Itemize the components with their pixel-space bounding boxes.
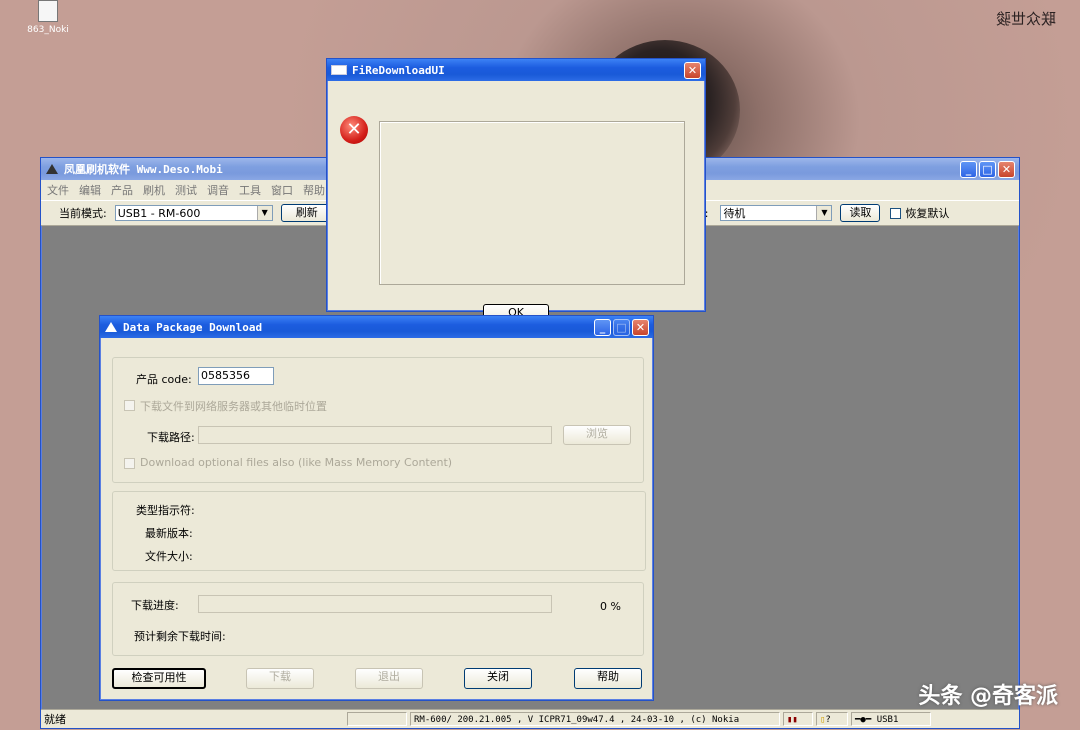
- minimize-button[interactable]: _: [960, 160, 977, 178]
- state-select[interactable]: 待机 ▼: [720, 205, 833, 221]
- phoenix-icon: [46, 164, 58, 174]
- help-button[interactable]: 帮助: [574, 668, 642, 689]
- main-title: 凤凰刷机软件 Www.Deso.Mobi: [64, 163, 223, 176]
- chevron-down-icon[interactable]: ▼: [256, 206, 272, 220]
- menu-tools[interactable]: 工具: [239, 182, 261, 200]
- remaining-time-label: 预计剩余下载时间:: [134, 630, 226, 643]
- optional-files-label: Download optional files also (like Mass …: [140, 456, 453, 469]
- net-server-checkbox: [124, 400, 135, 411]
- help-indicator: ▯?: [816, 712, 848, 726]
- download-button: 下载: [246, 668, 314, 689]
- error-titlebar[interactable]: FiReDownloadUI ✕: [327, 59, 705, 81]
- download-titlebar[interactable]: Data Package Download _ □ ✕: [100, 316, 653, 338]
- chevron-down-icon[interactable]: ▼: [816, 206, 832, 220]
- close-button[interactable]: ✕: [684, 61, 701, 79]
- minimize-button[interactable]: _: [594, 318, 611, 336]
- question-text: ?: [825, 715, 831, 725]
- mode-select-value: USB1 - RM-600: [117, 206, 201, 220]
- net-server-label: 下载文件到网络服务器或其他临时位置: [140, 400, 327, 413]
- wallpaper-text: 联众世骏: [995, 10, 1056, 28]
- error-message-box: [379, 121, 685, 285]
- refresh-button[interactable]: 刷新: [280, 204, 333, 222]
- progress-label: 下载进度:: [131, 599, 179, 612]
- desktop-icon[interactable]: 863_Noki: [18, 0, 78, 35]
- menu-window[interactable]: 窗口: [271, 182, 293, 200]
- browse-button: 浏览: [563, 425, 631, 445]
- menu-tune[interactable]: 调音: [207, 182, 229, 200]
- status-empty: [347, 712, 407, 726]
- desktop-icon-label: 863_Noki: [27, 25, 69, 35]
- status-ready: 就绪: [44, 713, 66, 726]
- path-label: 下载路径:: [147, 431, 195, 444]
- path-input: [198, 426, 552, 444]
- file-size-label: 文件大小:: [145, 550, 193, 563]
- watermark: 头条 @奇客派: [918, 684, 1058, 709]
- error-title: FiReDownloadUI: [352, 63, 445, 77]
- close-dialog-button[interactable]: 关闭: [464, 668, 532, 689]
- progress-group: [112, 582, 644, 656]
- error-icon: ✕: [340, 116, 368, 144]
- window-icon: [331, 65, 347, 75]
- error-body: ✕ OK: [327, 81, 705, 324]
- menu-test[interactable]: 测试: [175, 182, 197, 200]
- status-info: RM-600/ 200.21.005 , V ICPR71_09w47.4 , …: [410, 712, 780, 726]
- check-availability-button[interactable]: 检查可用性: [112, 668, 206, 689]
- close-button[interactable]: ✕: [632, 318, 649, 336]
- mode-label: 当前模式:: [59, 207, 107, 220]
- type-label: 类型指示符:: [136, 504, 195, 517]
- battery-icon: ▮▮: [783, 712, 813, 726]
- menu-help[interactable]: 帮助: [303, 182, 325, 200]
- state-select-value: 待机: [723, 207, 746, 220]
- progress-bar: [198, 595, 552, 613]
- optional-files-checkbox: [124, 458, 135, 469]
- cable-icon: ━●━: [855, 715, 877, 725]
- maximize-button: □: [613, 318, 630, 336]
- file-icon: [38, 0, 58, 22]
- progress-percent: 0 %: [600, 600, 621, 613]
- menu-flash[interactable]: 刷机: [143, 182, 165, 200]
- menu-product[interactable]: 产品: [111, 182, 133, 200]
- download-dialog: Data Package Download _ □ ✕ 产品 code: 058…: [99, 315, 654, 701]
- exit-button: 退出: [355, 668, 423, 689]
- maximize-button[interactable]: □: [979, 160, 996, 178]
- mode-select[interactable]: USB1 - RM-600 ▼: [114, 205, 273, 221]
- connection-text: USB1: [876, 715, 899, 725]
- read-button[interactable]: 读取: [840, 204, 881, 222]
- connection-indicator: ━●━ USB1: [851, 712, 931, 726]
- latest-version-label: 最新版本:: [145, 527, 193, 540]
- restore-default-label: 恢复默认: [905, 207, 950, 220]
- product-code-label: 产品 code:: [136, 373, 192, 386]
- close-button[interactable]: ✕: [998, 160, 1015, 178]
- phoenix-icon: [105, 322, 117, 332]
- error-dialog: FiReDownloadUI ✕ ✕ OK: [326, 58, 706, 324]
- restore-default-checkbox[interactable]: [890, 207, 902, 219]
- product-code-input[interactable]: 0585356: [198, 367, 274, 385]
- statusbar: 就绪 RM-600/ 200.21.005 , V ICPR71_09w47.4…: [41, 709, 1019, 728]
- menu-file[interactable]: 文件: [47, 182, 69, 200]
- menu-edit[interactable]: 编辑: [79, 182, 101, 200]
- download-title: Data Package Download: [123, 320, 263, 334]
